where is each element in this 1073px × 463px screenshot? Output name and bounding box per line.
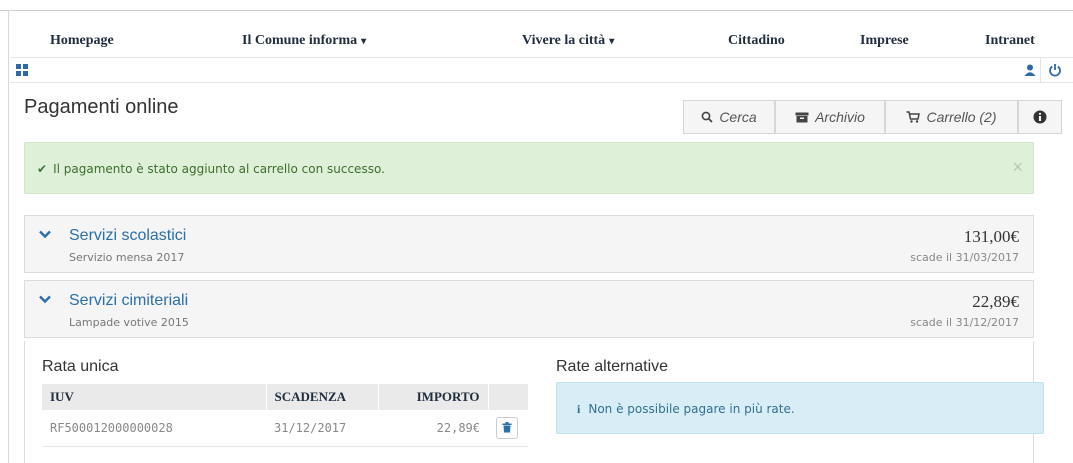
panel-servizi-scolastici[interactable]: Servizi scolastici Servizio mensa 2017 1… <box>24 215 1034 273</box>
cart-icon <box>906 111 921 123</box>
cell-iuv: RF500012000000028 <box>42 410 266 447</box>
nav-homepage-label: Homepage <box>50 33 114 48</box>
chevron-down-icon <box>39 295 51 304</box>
grid-icon[interactable] <box>16 64 28 76</box>
cart-button[interactable]: Carrello (2) <box>885 100 1018 134</box>
window-top-border <box>0 10 1073 11</box>
info-icon: i <box>577 402 581 416</box>
main-navigation: Homepage Il Comune informa ▾ Vivere la ci… <box>10 30 1073 54</box>
search-button[interactable]: Cerca <box>683 100 775 134</box>
nav-imprese-label: Imprese <box>860 33 909 48</box>
info-button[interactable] <box>1018 100 1062 134</box>
archive-icon <box>795 112 809 122</box>
nav-imprese[interactable]: Imprese <box>860 33 909 49</box>
archive-button[interactable]: Archivio <box>775 100 885 134</box>
column-header-actions <box>488 384 529 410</box>
success-alert: ✔ Il pagamento è stato aggiunto al carrel… <box>24 142 1034 194</box>
nav-cittadino-label: Cittadino <box>728 33 785 48</box>
panel-servizi-cimiteriali[interactable]: Servizi cimiteriali Lampade votive 2015 … <box>24 280 1034 338</box>
panel-due-date: scade il 31/03/2017 <box>910 251 1019 264</box>
trash-icon <box>502 422 512 433</box>
info-circle-icon <box>1033 110 1047 124</box>
info-alert-text: Non è possibile pagare in più rate. <box>588 402 795 416</box>
info-alert-message-row: i Non è possibile pagare in più rate. <box>577 402 795 417</box>
cart-button-label: Carrello (2) <box>926 109 997 125</box>
panel-due-date: scade il 31/12/2017 <box>910 316 1019 329</box>
rata-unica-table: IUV SCADENZA IMPORTO RF500012000000028 3… <box>42 384 529 447</box>
nav-cittadino[interactable]: Cittadino <box>728 33 785 49</box>
nav-homepage[interactable]: Homepage <box>50 33 114 49</box>
remove-from-cart-button[interactable] <box>496 416 518 439</box>
nav-intranet[interactable]: Intranet <box>985 33 1035 49</box>
panel-title: Servizi scolastici <box>69 227 187 244</box>
search-icon <box>701 111 713 123</box>
search-button-label: Cerca <box>719 109 757 125</box>
nav-vivere-citta-label: Vivere la città <box>522 33 606 48</box>
nav-comune-informa[interactable]: Il Comune informa ▾ <box>242 33 366 49</box>
page-title: Pagamenti online <box>24 96 179 118</box>
nav-intranet-label: Intranet <box>985 33 1035 48</box>
cell-importo: 22,89€ <box>378 410 488 447</box>
panel-title: Servizi cimiteriali <box>69 292 189 309</box>
chevron-down-icon <box>39 230 51 239</box>
success-alert-text: Il pagamento è stato aggiunto al carrell… <box>53 162 385 176</box>
archive-button-label: Archivio <box>815 109 865 125</box>
cell-scadenza: 31/12/2017 <box>266 410 378 447</box>
panel-amount: 131,00€ <box>963 227 1019 246</box>
column-header-iuv: IUV <box>42 384 267 410</box>
caret-down-icon: ▾ <box>609 36 615 47</box>
app-toolbar <box>10 57 1073 83</box>
toolbar-divider <box>1040 58 1041 82</box>
close-icon[interactable]: × <box>1012 157 1023 178</box>
column-header-scadenza: SCADENZA <box>266 384 379 410</box>
nav-comune-informa-label: Il Comune informa <box>242 33 358 48</box>
column-header-importo: IMPORTO <box>378 384 489 410</box>
user-icon[interactable] <box>1023 63 1037 77</box>
power-icon[interactable] <box>1048 63 1062 77</box>
panel-subtitle: Lampade votive 2015 <box>69 316 189 329</box>
table-row: RF500012000000028 31/12/2017 22,89€ <box>42 410 528 447</box>
caret-down-icon: ▾ <box>361 36 367 47</box>
panel-amount: 22,89€ <box>972 292 1019 311</box>
rata-unica-title: Rata unica <box>42 358 119 375</box>
rate-alternative-title: Rate alternative <box>556 358 669 375</box>
check-icon: ✔ <box>37 162 48 176</box>
success-alert-message-row: ✔ Il pagamento è stato aggiunto al carrel… <box>37 162 385 176</box>
window-left-border <box>8 10 9 463</box>
info-alert: i Non è possibile pagare in più rate. <box>556 382 1044 434</box>
panel-subtitle: Servizio mensa 2017 <box>69 251 185 264</box>
nav-vivere-citta[interactable]: Vivere la città ▾ <box>522 33 614 49</box>
cell-actions <box>488 410 528 447</box>
